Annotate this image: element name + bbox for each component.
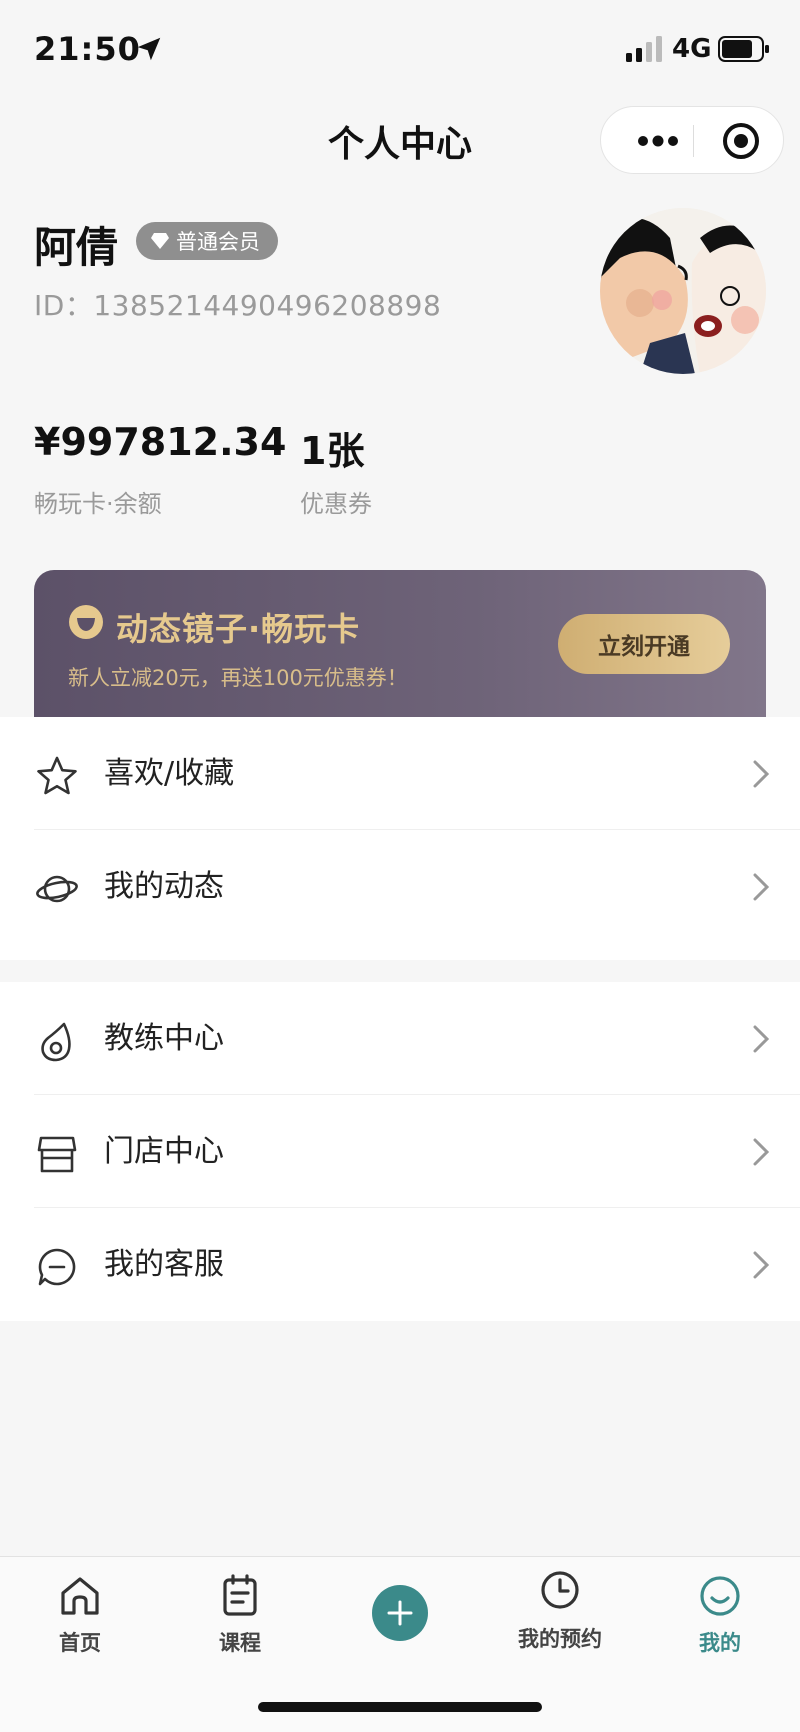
menu-item-favorites[interactable]: 喜欢/收藏 — [0, 717, 800, 830]
member-level-badge[interactable]: 普通会员 — [136, 222, 278, 260]
tab-my-bookings[interactable]: 我的预约 — [480, 1557, 640, 1677]
menu-group-favorites: 喜欢/收藏 我的动态 — [0, 717, 800, 960]
chevron-right-icon — [753, 1251, 770, 1279]
cellular-signal-icon — [626, 36, 662, 62]
more-options-button[interactable] — [627, 107, 689, 175]
coupon-count-label: 优惠券 — [300, 490, 372, 518]
status-time: 21:50 — [34, 30, 141, 68]
user-id: ID：1385214490496208898 — [34, 289, 442, 322]
location-arrow-icon — [137, 37, 161, 61]
add-button[interactable] — [372, 1585, 428, 1641]
capsule-divider — [693, 125, 694, 157]
star-icon — [37, 756, 77, 795]
card-balance-label: 畅玩卡·余额 — [34, 490, 162, 518]
tab-label-me: 我的 — [699, 1631, 741, 1655]
user-name: 阿倩 — [34, 223, 119, 272]
menu-label-store-center: 门店中心 — [104, 1134, 224, 1169]
avatar-illustration — [600, 208, 766, 374]
status-bar: 21:50 4G — [0, 0, 800, 100]
plus-icon — [387, 1600, 413, 1626]
home-indicator — [258, 1702, 542, 1712]
tab-add[interactable] — [320, 1557, 480, 1677]
chevron-right-icon — [753, 1025, 770, 1053]
diamond-icon — [151, 233, 169, 249]
promo-card[interactable]: 动态镜子·畅玩卡 新人立减20元，再送100元优惠券！ 立刻开通 — [34, 570, 766, 720]
coupon-count-value[interactable]: 1张 — [300, 420, 364, 475]
target-icon — [723, 123, 759, 159]
menu-label-customer-service: 我的客服 — [104, 1247, 224, 1282]
tab-me[interactable]: 我的 — [640, 1557, 800, 1677]
menu-item-coach-center[interactable]: 教练中心 — [0, 982, 800, 1095]
chevron-right-icon — [753, 1138, 770, 1166]
close-mini-program-button[interactable] — [697, 107, 785, 175]
menu-label-favorites: 喜欢/收藏 — [104, 756, 235, 791]
store-icon — [37, 1136, 77, 1173]
menu-item-store-center[interactable]: 门店中心 — [0, 1095, 800, 1208]
menu-item-customer-service[interactable]: 我的客服 — [0, 1208, 800, 1321]
tab-label-courses: 课程 — [219, 1631, 261, 1655]
course-icon — [223, 1574, 257, 1616]
promo-title: 动态镜子·畅玩卡 — [116, 610, 361, 648]
menu-item-my-posts[interactable]: 我的动态 — [0, 830, 800, 943]
battery-icon — [718, 36, 769, 62]
promo-smile-badge-icon — [69, 605, 103, 639]
avatar[interactable] — [600, 208, 766, 374]
mini-program-capsule — [600, 106, 784, 174]
coach-icon — [41, 1022, 71, 1062]
menu-label-coach-center: 教练中心 — [104, 1021, 224, 1056]
promo-subtitle: 新人立减20元，再送100元优惠券！ — [68, 666, 408, 690]
smile-icon — [700, 1576, 740, 1616]
chevron-right-icon — [753, 760, 770, 788]
tab-label-my-bookings: 我的预约 — [518, 1627, 602, 1651]
tab-courses[interactable]: 课程 — [160, 1557, 320, 1677]
member-level-label: 普通会员 — [176, 230, 260, 254]
network-type: 4G — [672, 34, 712, 64]
activate-now-button[interactable]: 立刻开通 — [558, 614, 730, 674]
card-balance-value[interactable]: ¥997812.34 — [34, 420, 286, 464]
clock-icon — [541, 1571, 579, 1609]
more-dots-icon — [638, 135, 678, 147]
chat-icon — [38, 1248, 76, 1286]
home-icon — [61, 1577, 99, 1615]
planet-icon — [36, 875, 78, 903]
tab-home[interactable]: 首页 — [0, 1557, 160, 1677]
menu-group-services: 教练中心 门店中心 我的客服 — [0, 982, 800, 1321]
tab-label-home: 首页 — [59, 1631, 101, 1655]
chevron-right-icon — [753, 873, 770, 901]
menu-label-my-posts: 我的动态 — [104, 869, 224, 904]
